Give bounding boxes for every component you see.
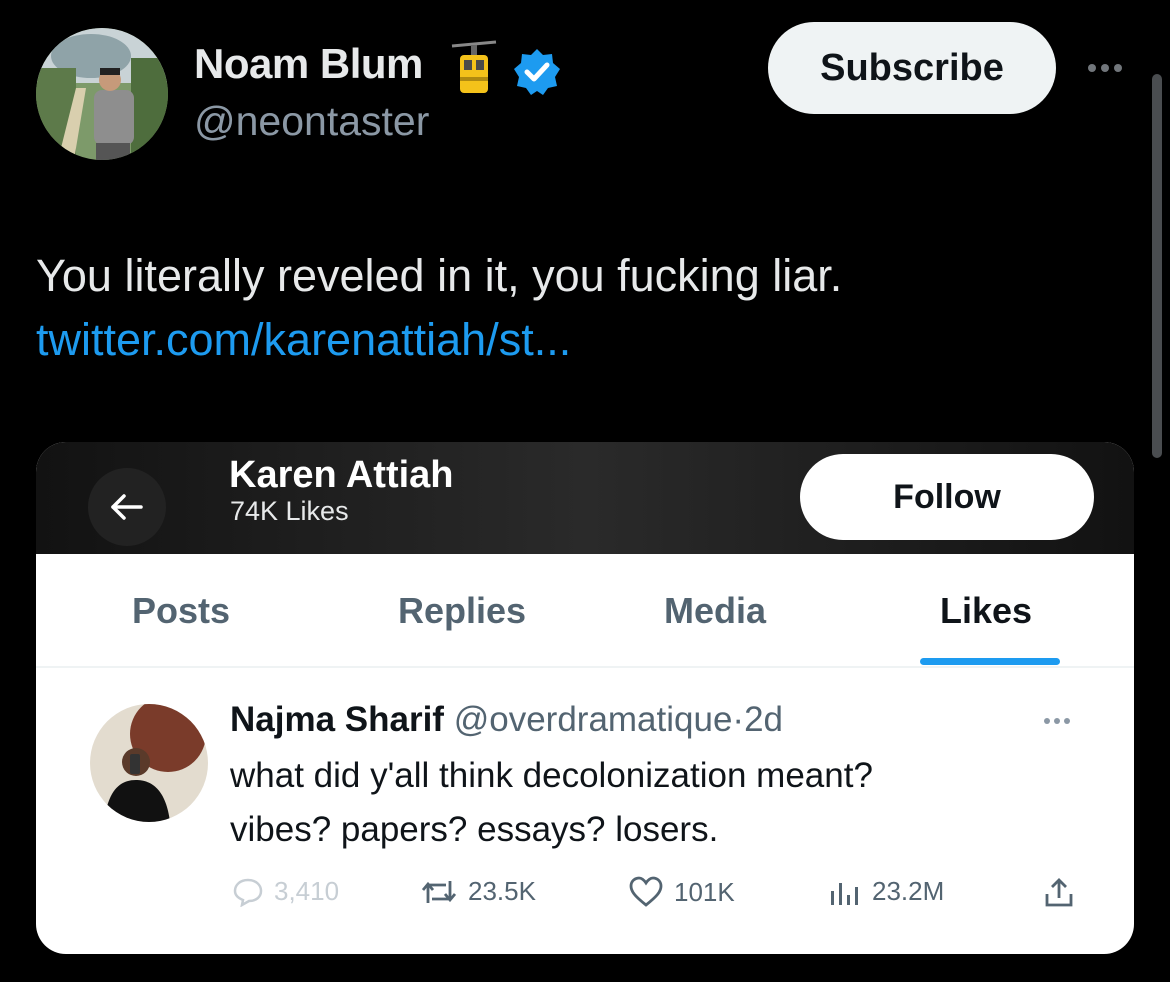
tweet-text: You literally reveled in it, you fucking… xyxy=(36,250,843,301)
author-avatar[interactable] xyxy=(36,28,168,160)
separator-dot: · xyxy=(732,700,745,739)
profile-header: Karen Attiah 74K Likes Follow xyxy=(36,442,1134,554)
heart-icon xyxy=(629,876,663,907)
share-icon xyxy=(1042,876,1076,910)
reply-count: 3,410 xyxy=(274,876,340,906)
views-count: 23.2M xyxy=(872,876,945,906)
scrollbar[interactable] xyxy=(1152,74,1162,458)
back-arrow-icon[interactable] xyxy=(88,468,166,546)
subscribe-button[interactable]: Subscribe xyxy=(768,22,1056,114)
post-text-line-1: what did y'all think decolonization mean… xyxy=(230,756,873,795)
more-options-icon[interactable] xyxy=(1088,56,1132,80)
post-text-line-2: vibes? papers? essays? losers. xyxy=(230,810,719,849)
post-more-icon xyxy=(1044,718,1070,724)
tab-media[interactable]: Media xyxy=(664,590,766,632)
reply-icon xyxy=(233,878,263,907)
follow-button[interactable]: Follow xyxy=(800,454,1094,540)
tab-posts[interactable]: Posts xyxy=(132,590,230,632)
author-handle[interactable]: @neontaster xyxy=(194,98,429,145)
post-header: Najma Sharif @overdramatique·2d xyxy=(230,700,783,740)
views-icon xyxy=(831,882,858,905)
profile-name: Karen Attiah xyxy=(229,454,454,496)
aerial-tramway-icon xyxy=(450,40,498,96)
post-author-avatar xyxy=(90,704,208,822)
post-author-name: Najma Sharif xyxy=(230,700,444,739)
like-action: 101K xyxy=(628,876,735,908)
profile-likes-count: 74K Likes xyxy=(230,496,349,526)
verified-badge-icon xyxy=(512,47,562,97)
repost-count: 23.5K xyxy=(468,876,536,906)
reply-action: 3,410 xyxy=(232,876,339,907)
tweet-link[interactable]: twitter.com/karenattiah/st... xyxy=(36,308,571,372)
post-date: 2d xyxy=(744,700,784,739)
repost-icon xyxy=(421,880,457,903)
repost-action: 23.5K xyxy=(420,876,536,907)
tab-replies[interactable]: Replies xyxy=(398,590,526,632)
embedded-image[interactable]: Karen Attiah 74K Likes Follow Posts Repl… xyxy=(36,442,1134,954)
views-action: 23.2M xyxy=(828,876,944,907)
tab-likes[interactable]: Likes xyxy=(940,590,1032,632)
active-tab-indicator xyxy=(920,658,1060,665)
author-name[interactable]: Noam Blum xyxy=(194,40,423,88)
profile-tabs: Posts Replies Media Likes xyxy=(36,554,1134,668)
like-count: 101K xyxy=(674,876,735,907)
post-author-handle: @overdramatique xyxy=(453,700,733,739)
